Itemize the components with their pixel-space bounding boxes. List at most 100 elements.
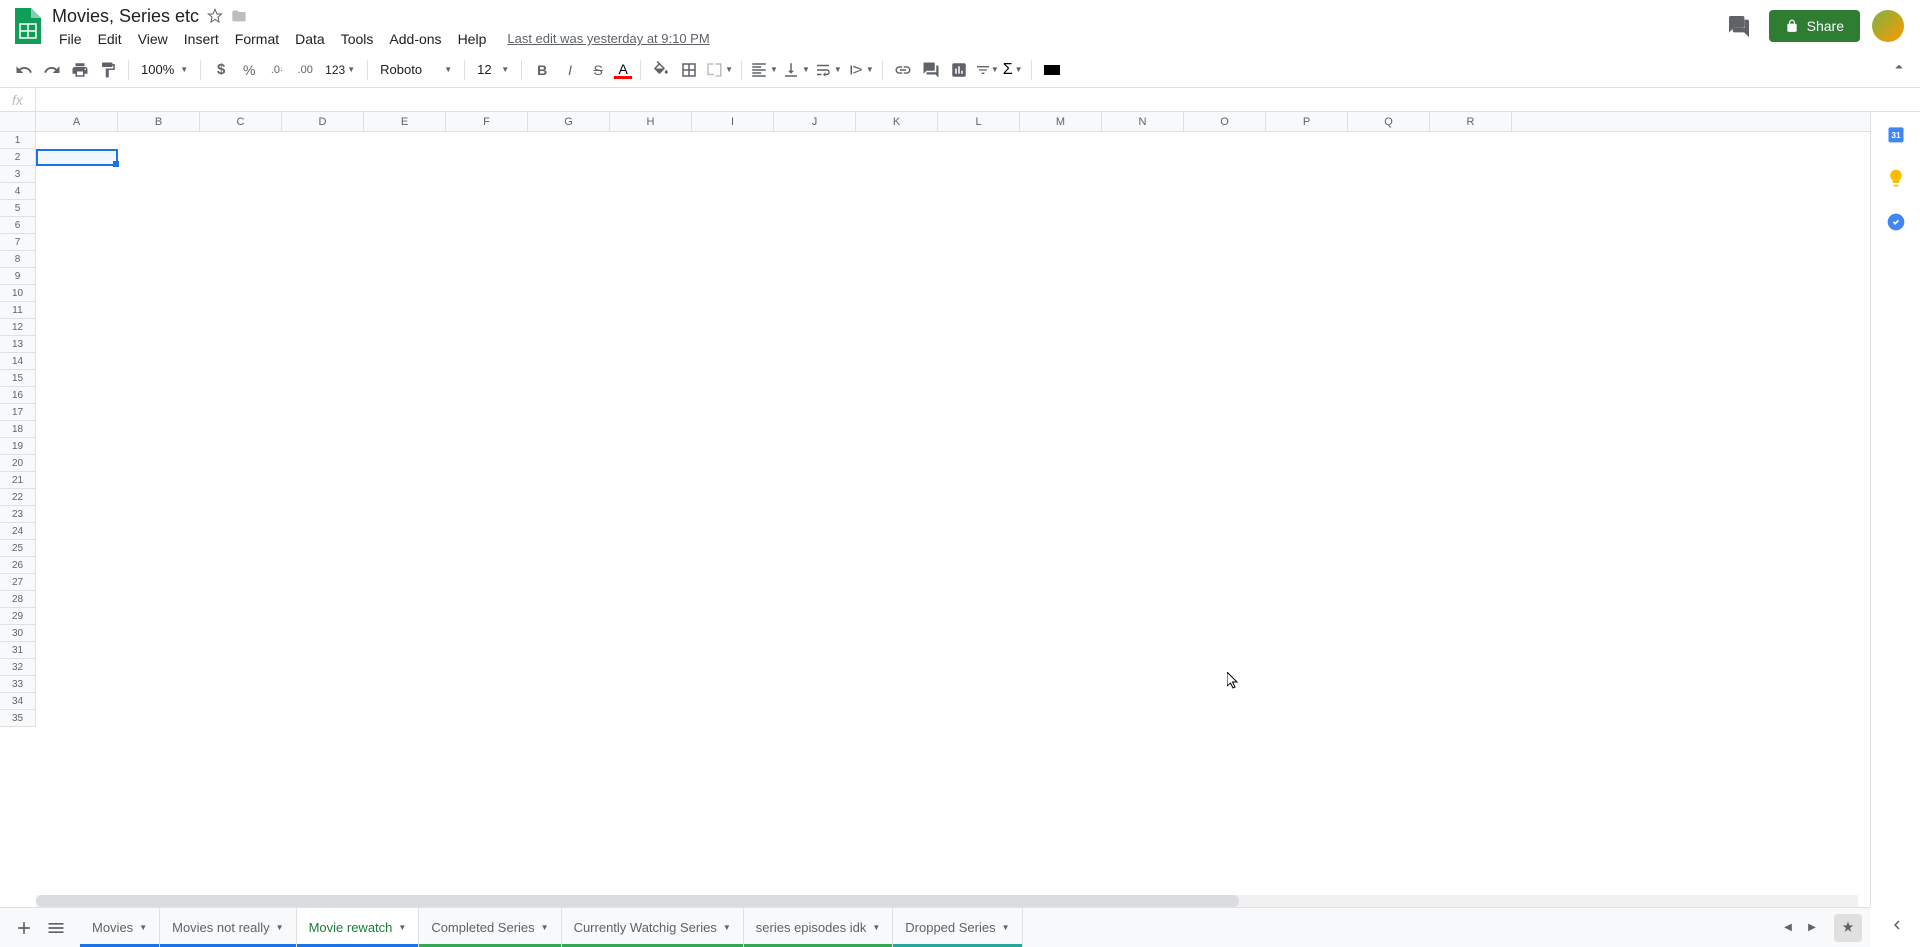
row-header[interactable]: 7 (0, 234, 35, 251)
zoom-select[interactable]: 100%▼ (137, 62, 192, 77)
horizontal-align-button[interactable]: ▼ (750, 61, 778, 79)
merge-cells-button[interactable]: ▼ (705, 61, 733, 79)
cells-area[interactable] (36, 132, 1870, 727)
row-header[interactable]: 11 (0, 302, 35, 319)
paint-format-icon[interactable] (96, 58, 120, 82)
last-edit-link[interactable]: Last edit was yesterday at 9:10 PM (507, 31, 709, 46)
column-header[interactable]: E (364, 112, 446, 131)
row-header[interactable]: 18 (0, 421, 35, 438)
comments-icon[interactable] (1721, 8, 1757, 44)
menu-file[interactable]: File (52, 29, 89, 49)
chevron-down-icon[interactable]: ▼ (723, 923, 731, 932)
row-header[interactable]: 29 (0, 608, 35, 625)
menu-edit[interactable]: Edit (91, 29, 129, 49)
fill-handle[interactable] (113, 161, 119, 167)
fill-color-icon[interactable] (649, 58, 673, 82)
more-formats-button[interactable]: 123▼ (321, 63, 359, 77)
undo-icon[interactable] (12, 58, 36, 82)
sheets-logo-icon[interactable] (8, 6, 48, 46)
insert-link-icon[interactable] (891, 58, 915, 82)
row-header[interactable]: 10 (0, 285, 35, 302)
column-header[interactable]: M (1020, 112, 1102, 131)
percent-icon[interactable]: % (237, 58, 261, 82)
menu-tools[interactable]: Tools (334, 29, 381, 49)
move-folder-icon[interactable] (231, 8, 247, 24)
strikethrough-icon[interactable]: S (586, 58, 610, 82)
sheet-tab[interactable]: series episodes idk▼ (744, 908, 893, 947)
insert-chart-icon[interactable] (947, 58, 971, 82)
sheet-tab[interactable]: Dropped Series▼ (893, 908, 1022, 947)
column-header[interactable]: I (692, 112, 774, 131)
print-icon[interactable] (68, 58, 92, 82)
column-header[interactable]: Q (1348, 112, 1430, 131)
sheet-tab[interactable]: Completed Series▼ (419, 908, 561, 947)
row-header[interactable]: 32 (0, 659, 35, 676)
row-header[interactable]: 17 (0, 404, 35, 421)
row-header[interactable]: 2 (0, 149, 35, 166)
chevron-down-icon[interactable]: ▼ (1002, 923, 1010, 932)
sheet-tab[interactable]: Movies not really▼ (160, 908, 296, 947)
column-header[interactable]: C (200, 112, 282, 131)
side-panel-toggle-icon[interactable] (1888, 916, 1906, 939)
all-sheets-icon[interactable] (40, 912, 72, 944)
text-color-button[interactable]: A (614, 61, 632, 79)
row-header[interactable]: 23 (0, 506, 35, 523)
row-header[interactable]: 21 (0, 472, 35, 489)
column-header[interactable]: P (1266, 112, 1348, 131)
row-header[interactable]: 26 (0, 557, 35, 574)
decrease-decimal-icon[interactable]: .0↓ (265, 58, 289, 82)
row-header[interactable]: 30 (0, 625, 35, 642)
row-header[interactable]: 3 (0, 166, 35, 183)
row-header[interactable]: 12 (0, 319, 35, 336)
doc-title[interactable]: Movies, Series etc (52, 6, 199, 27)
column-header[interactable]: L (938, 112, 1020, 131)
menu-data[interactable]: Data (288, 29, 332, 49)
select-all-corner[interactable] (0, 112, 36, 131)
tab-scroll-right-icon[interactable]: ▶ (1802, 918, 1822, 938)
row-header[interactable]: 14 (0, 353, 35, 370)
sheet-tab[interactable]: Movies▼ (80, 908, 160, 947)
column-header[interactable]: G (528, 112, 610, 131)
fx-label[interactable]: fx (0, 88, 36, 111)
row-header[interactable]: 22 (0, 489, 35, 506)
horizontal-scrollbar[interactable] (36, 895, 1858, 907)
insert-comment-icon[interactable] (919, 58, 943, 82)
menu-insert[interactable]: Insert (177, 29, 226, 49)
menu-help[interactable]: Help (451, 29, 494, 49)
column-header[interactable]: K (856, 112, 938, 131)
chevron-down-icon[interactable]: ▼ (398, 923, 406, 932)
borders-icon[interactable] (677, 58, 701, 82)
currency-icon[interactable]: $ (209, 58, 233, 82)
row-header[interactable]: 28 (0, 591, 35, 608)
column-header[interactable]: A (36, 112, 118, 131)
menu-addons[interactable]: Add-ons (382, 29, 448, 49)
row-header[interactable]: 1 (0, 132, 35, 149)
row-header[interactable]: 13 (0, 336, 35, 353)
row-header[interactable]: 9 (0, 268, 35, 285)
row-header[interactable]: 24 (0, 523, 35, 540)
row-header[interactable]: 35 (0, 710, 35, 727)
chevron-down-icon[interactable]: ▼ (541, 923, 549, 932)
column-header[interactable]: F (446, 112, 528, 131)
vertical-align-button[interactable]: ▼ (782, 61, 810, 79)
row-header[interactable]: 6 (0, 217, 35, 234)
row-header[interactable]: 15 (0, 370, 35, 387)
share-button[interactable]: Share (1769, 10, 1860, 42)
font-size-select[interactable]: 12▼ (473, 62, 513, 77)
calendar-icon[interactable]: 31 (1886, 124, 1906, 144)
row-header[interactable]: 33 (0, 676, 35, 693)
row-header[interactable]: 34 (0, 693, 35, 710)
column-header[interactable]: J (774, 112, 856, 131)
account-avatar[interactable] (1872, 10, 1904, 42)
row-header[interactable]: 25 (0, 540, 35, 557)
redacted-button[interactable] (1040, 58, 1064, 82)
menu-format[interactable]: Format (228, 29, 286, 49)
tab-scroll-left-icon[interactable]: ◀ (1778, 918, 1798, 938)
sheet-tab[interactable]: Currently Watchig Series▼ (562, 908, 744, 947)
italic-icon[interactable]: I (558, 58, 582, 82)
row-header[interactable]: 31 (0, 642, 35, 659)
column-header[interactable]: R (1430, 112, 1512, 131)
text-rotation-button[interactable]: ▼ (846, 61, 874, 79)
functions-button[interactable]: Σ▼ (1003, 61, 1023, 79)
font-select[interactable]: Roboto▼ (376, 62, 456, 77)
